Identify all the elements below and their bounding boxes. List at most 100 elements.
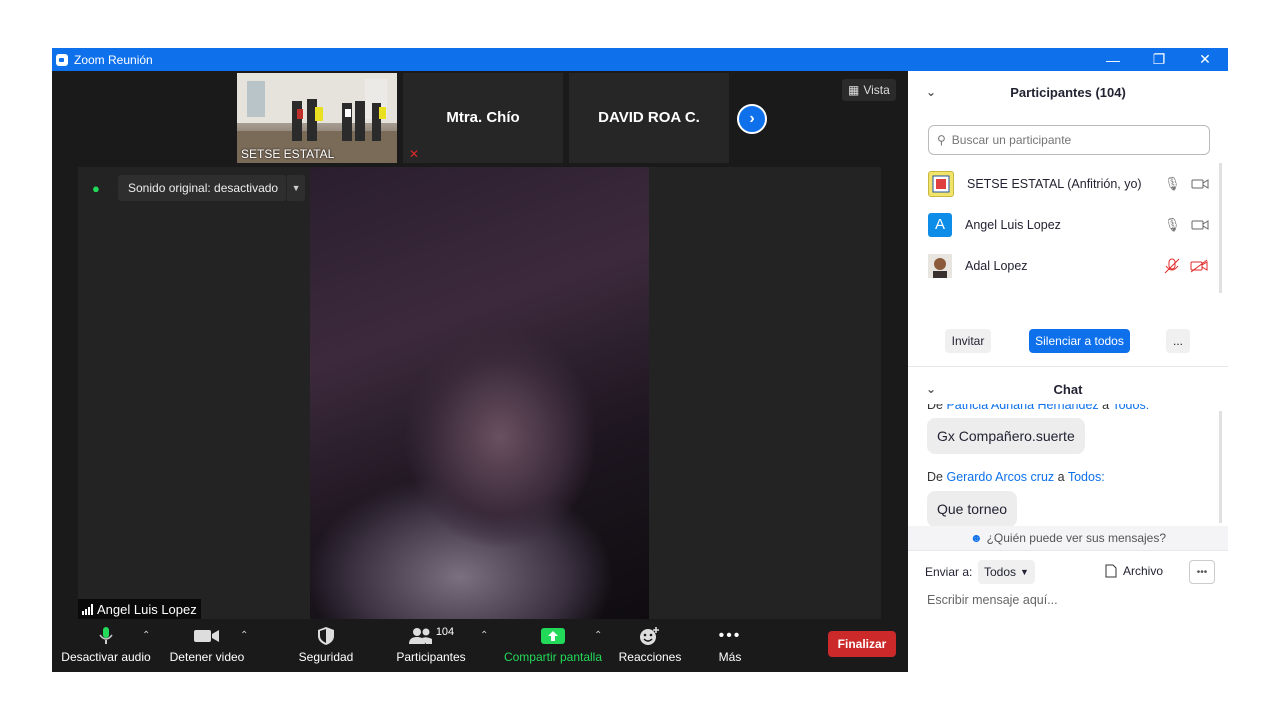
thumbnail-name: DAVID ROA C. (598, 109, 700, 126)
restore-button[interactable]: ❐ (1136, 48, 1182, 71)
participant-row[interactable]: SETSE ESTATAL (Anfitrión, yo) 🎙 (908, 163, 1228, 204)
who-can-see-text: ¿Quién puede ver sus mensajes? (986, 531, 1167, 545)
share-options-chevron-icon[interactable]: ⌃ (594, 630, 602, 641)
person-info-icon: ☻ (969, 531, 983, 545)
message-header: De Patricia Adriana Hernández a Todos: (927, 404, 1149, 412)
close-button[interactable]: ✕ (1182, 48, 1228, 71)
grid-icon: ▦ (848, 83, 860, 97)
chat-title: Chat (1053, 381, 1083, 397)
message-bubble[interactable]: Que torneo (927, 491, 1018, 526)
more-label: Más (718, 650, 742, 664)
end-meeting-button[interactable]: Finalizar (828, 631, 896, 657)
message-recipient[interactable]: Todos: (1112, 404, 1149, 412)
divider (908, 366, 1228, 367)
share-screen-button[interactable]: Compartir pantalla (502, 622, 604, 672)
who-can-see-link[interactable]: ☻ ¿Quién puede ver sus mensajes? (908, 526, 1228, 550)
zoom-logo-icon (56, 53, 68, 66)
video-options-chevron-icon[interactable]: ⌃ (240, 630, 248, 641)
send-options: Enviar a: Todos ▼ Archivo ••• (925, 560, 1215, 586)
chevron-down-icon[interactable]: ⌄ (926, 85, 936, 99)
participants-more-button[interactable]: ... (1166, 329, 1190, 353)
participants-button[interactable]: 104 Participantes (392, 622, 470, 672)
view-button[interactable]: ▦ Vista (842, 79, 896, 101)
reactions-label: Reacciones (618, 650, 682, 664)
window-title: Zoom Reunión (74, 52, 153, 67)
original-sound-button[interactable]: Sonido original: desactivado (118, 175, 287, 201)
chat-more-button[interactable]: ••• (1189, 560, 1215, 584)
participants-label: Participantes (396, 650, 466, 664)
message-bubble[interactable]: Gx Compañero.suerte (927, 418, 1085, 454)
message-prefix: De (927, 470, 943, 484)
message-sender[interactable]: Patricia Adriana Hernández (946, 404, 1098, 412)
meeting-toolbar: Desactivar audio ⌃ Detener video ⌃ Segur… (52, 622, 908, 672)
avatar (928, 170, 954, 197)
security-label: Seguridad (298, 650, 354, 664)
participants-options-chevron-icon[interactable]: ⌃ (480, 630, 488, 641)
chat-scrollbar[interactable] (1219, 411, 1222, 523)
thumbnail-video[interactable]: SETSE ESTATAL ✕ (237, 73, 415, 163)
video-camera-icon[interactable] (1191, 178, 1209, 190)
next-page-button[interactable]: › (737, 104, 767, 134)
signal-bars-icon (82, 603, 93, 615)
search-input[interactable] (949, 132, 1194, 148)
chat-message-input[interactable] (925, 592, 1209, 608)
speaker-video (310, 167, 649, 619)
mute-all-button[interactable]: Silenciar a todos (1029, 329, 1130, 353)
microphone-icon[interactable]: 🎙 (1164, 176, 1181, 192)
muted-microphone-icon[interactable] (1164, 258, 1180, 274)
message-sender[interactable]: Gerardo Arcos cruz (946, 470, 1054, 484)
encryption-shield-icon[interactable]: ● (92, 181, 106, 196)
reactions-button[interactable]: Reacciones (616, 622, 684, 672)
thumbnail-label: SETSE ESTATAL (241, 147, 335, 161)
participant-list: SETSE ESTATAL (Anfitrión, yo) 🎙 A Angel … (908, 163, 1228, 286)
avatar (928, 253, 952, 278)
title-bar: Zoom Reunión — ❐ ✕ (52, 48, 1228, 71)
muted-mic-icon: ✕ (409, 147, 420, 161)
emoji-reaction-icon (640, 627, 659, 645)
file-button[interactable]: Archivo (1105, 564, 1163, 578)
participants-scrollbar[interactable] (1219, 163, 1222, 293)
participant-row[interactable]: Adal Lopez (908, 245, 1228, 286)
minimize-button[interactable]: — (1090, 48, 1136, 71)
participant-name: SETSE ESTATAL (Anfitrión, yo) (967, 176, 1142, 191)
stop-video-button[interactable]: Detener video (164, 622, 250, 672)
shield-icon (318, 627, 334, 645)
participant-name: Adal Lopez (965, 258, 1028, 273)
zoom-window: Zoom Reunión — ❐ ✕ SETSE ESTATAL Mtra. C… (52, 48, 1228, 672)
thumbnail-video[interactable]: Mtra. Chío ✕ (403, 73, 563, 163)
logo-avatar-icon (932, 175, 950, 192)
more-dots-icon: ••• (718, 627, 742, 644)
audio-label: Desactivar audio (61, 650, 151, 664)
chevron-down-icon: ▼ (1020, 567, 1029, 577)
share-screen-icon (541, 628, 565, 644)
participant-row[interactable]: A Angel Luis Lopez 🎙 (908, 204, 1228, 245)
video-camera-icon[interactable] (1191, 219, 1209, 231)
more-button[interactable]: ••• Más (702, 622, 758, 672)
participant-name: Angel Luis Lopez (965, 217, 1061, 232)
person-photo-icon (928, 253, 952, 278)
send-to-label: Enviar a: (925, 565, 973, 579)
video-camera-icon (194, 630, 219, 642)
chevron-down-icon[interactable]: ⌄ (926, 382, 936, 396)
avatar: A (928, 212, 952, 237)
file-label: Archivo (1123, 564, 1164, 578)
search-icon: ⚲ (937, 133, 946, 147)
message-recipient[interactable]: Todos: (1068, 470, 1105, 484)
chevron-down-icon[interactable]: ▼ (287, 175, 306, 201)
participants-title: Participantes (104) (1010, 84, 1126, 100)
chevron-right-icon: › (749, 110, 755, 127)
audio-options-chevron-icon[interactable]: ⌃ (142, 630, 150, 641)
send-to-dropdown[interactable]: Todos ▼ (978, 560, 1035, 584)
meeting-area: SETSE ESTATAL ✕ Mtra. Chío ✕ DAVID ROA C… (52, 71, 908, 672)
invite-button[interactable]: Invitar (945, 329, 991, 353)
video-off-icon[interactable] (1190, 259, 1208, 273)
chat-header: ⌄ Chat (908, 375, 1228, 403)
message-to-word: a (1057, 470, 1065, 484)
microphone-icon[interactable]: 🎙 (1164, 217, 1181, 233)
security-button[interactable]: Seguridad (292, 622, 360, 672)
video-label: Detener video (169, 650, 245, 664)
mute-audio-button[interactable]: Desactivar audio (60, 622, 152, 672)
participants-header: ⌄ Participantes (104) (908, 71, 1228, 113)
thumbnail-name: Mtra. Chío (446, 109, 520, 126)
thumbnail-video[interactable]: DAVID ROA C. (569, 73, 729, 163)
